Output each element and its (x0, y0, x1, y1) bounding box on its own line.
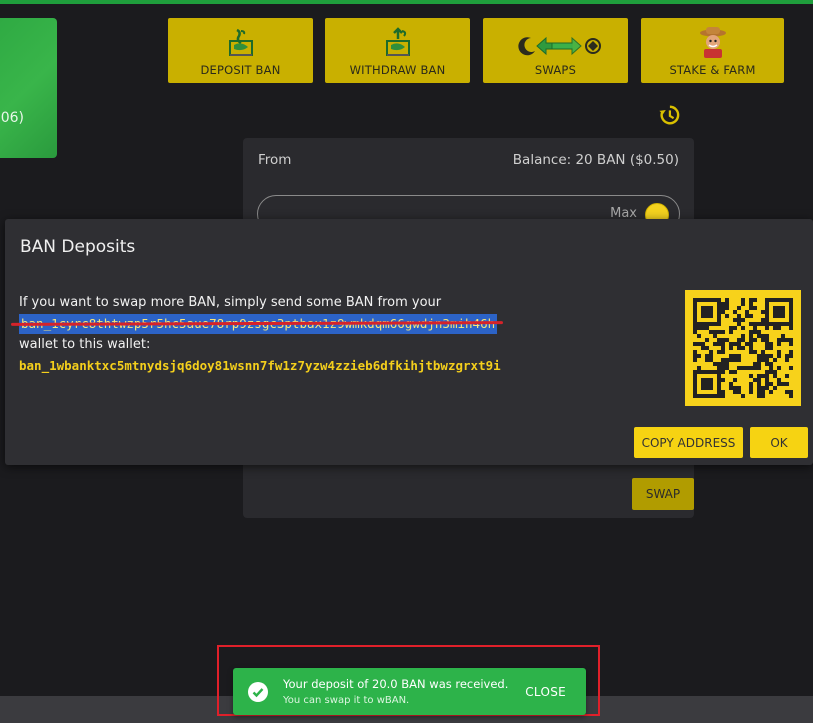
modal-instructions: If you want to swap more BAN, simply sen… (10, 292, 619, 376)
toast-submessage: You can swap it to wBAN. (283, 695, 410, 706)
qr-code (685, 290, 801, 406)
instruction-line-1: If you want to swap more BAN, simply sen… (19, 294, 442, 310)
toast-close-button[interactable]: CLOSE (525, 685, 566, 699)
background-card: 06) (0, 18, 57, 158)
stake-farm-label: STAKE & FARM (669, 63, 756, 77)
modal-title: BAN Deposits (20, 237, 136, 257)
farmer-icon (699, 27, 726, 58)
deposit-ban-label: DEPOSIT BAN (200, 63, 281, 77)
swaps-button[interactable]: SWAPS (483, 18, 628, 83)
check-circle-icon (248, 682, 268, 702)
qr-code-image (693, 298, 793, 398)
deposit-toast: Your deposit of 20.0 BAN was received. Y… (233, 668, 586, 715)
ban-deposits-modal: BAN Deposits If you want to swap more BA… (5, 219, 813, 465)
withdraw-icon (385, 27, 410, 56)
instruction-line-3: wallet to this wallet: (19, 336, 151, 352)
source-wallet-address[interactable]: ban_1cyrc8thtwzp5r5hc5aue78rp9zsgc3ptbax… (10, 313, 504, 334)
deposit-ban-button[interactable]: DEPOSIT BAN (168, 18, 313, 83)
card-value-fragment: 06) (0, 110, 24, 126)
swaps-label: SWAPS (534, 63, 577, 77)
withdraw-ban-label: WITHDRAW BAN (349, 63, 446, 77)
history-icon[interactable] (658, 104, 680, 126)
swaps-icon (517, 36, 601, 56)
swap-button[interactable]: SWAP (632, 478, 694, 510)
top-accent-bar (0, 0, 813, 4)
toast-message: Your deposit of 20.0 BAN was received. (283, 677, 509, 691)
withdraw-ban-button[interactable]: WITHDRAW BAN (325, 18, 470, 83)
balance-text: Balance: 20 BAN ($0.50) (512, 152, 679, 168)
stake-farm-button[interactable]: STAKE & FARM (641, 18, 784, 83)
deposit-icon (228, 28, 253, 56)
from-label: From (258, 152, 292, 168)
deposit-wallet-address[interactable]: ban_1wbanktxc5mtnydsjq6doy81wsnn7fw1z7yz… (19, 357, 501, 375)
copy-address-button[interactable]: COPY ADDRESS (634, 427, 743, 458)
ok-button[interactable]: OK (750, 427, 808, 458)
